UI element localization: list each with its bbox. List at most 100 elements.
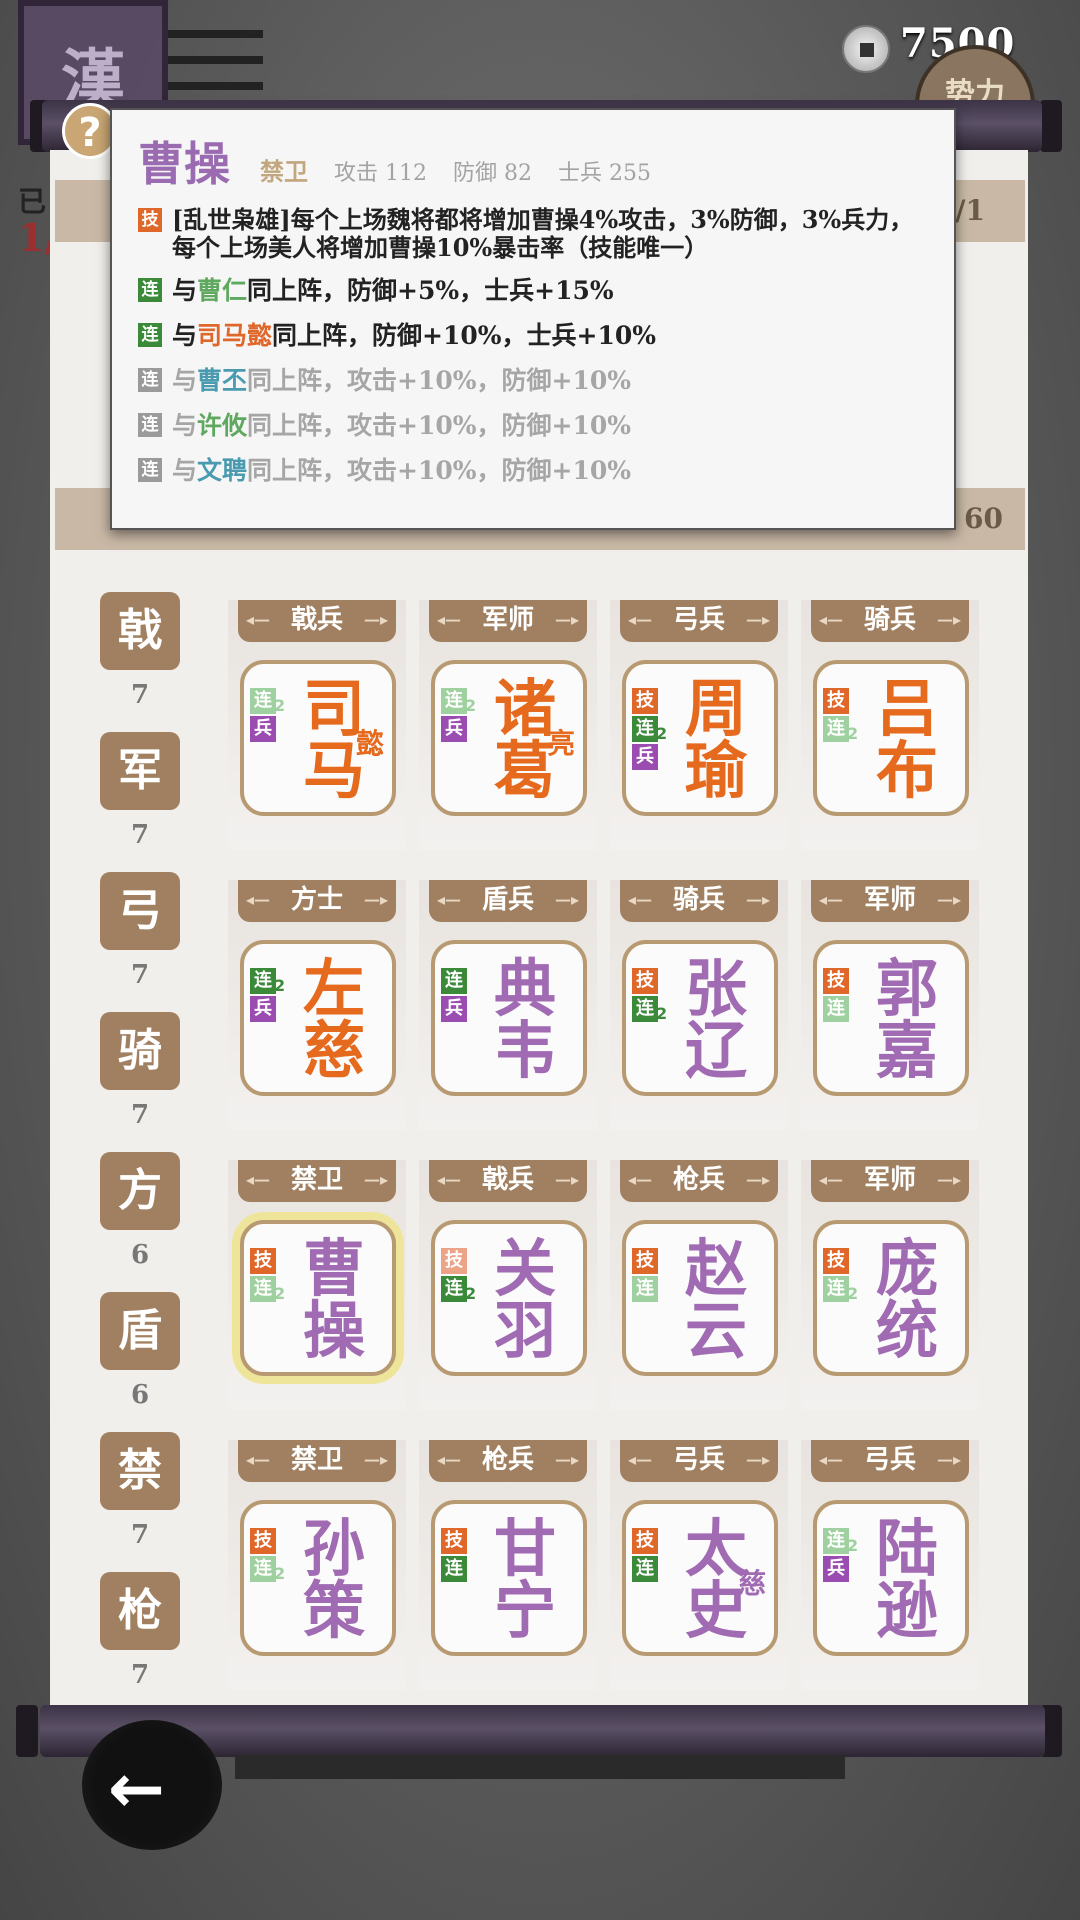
card-general-name: 赵云 [684, 1232, 747, 1367]
card-portrait-frame: 司马懿连2兵 [240, 660, 396, 816]
card-class-label: 禁卫 [238, 1160, 396, 1202]
troop-tag-icon: 兵 [441, 716, 467, 742]
link-partner-name: 司马懿 [197, 321, 273, 350]
link-tag-icon: 连 [138, 278, 162, 302]
troop-tag-icon: 兵 [441, 996, 467, 1022]
card-general-name: 孙策 [302, 1512, 365, 1647]
general-card[interactable]: 盾兵典韦连兵 [419, 880, 597, 1130]
card-class-label: 骑兵 [811, 600, 969, 642]
general-detail-popup: 曹操 禁卫 攻击 112 防御 82 士兵 255 技 [乱世枭雄]每个上场魏将… [110, 108, 956, 530]
general-card[interactable]: 弓兵周瑜技连2兵 [610, 600, 788, 850]
popup-skill-row: 技 [乱世枭雄]每个上场魏将都将增加曹操4%攻击，3%防御，3%兵力，每个上场美… [138, 206, 928, 262]
card-class-label: 弓兵 [620, 600, 778, 642]
link-tag-icon: 连 [138, 323, 162, 347]
category-tab[interactable]: 军 [100, 732, 180, 810]
popup-defense: 防御 82 [453, 161, 532, 186]
card-portrait-frame: 张辽技连2 [622, 940, 778, 1096]
banner-stripes [168, 30, 263, 110]
card-name-suffix: 慈 [737, 1567, 766, 1600]
band-count-2: 60 [964, 502, 1003, 535]
link-tag-icon: 连 [138, 458, 162, 482]
link-tag-icon: 连2 [250, 1276, 285, 1302]
general-card[interactable]: 禁卫曹操技连2 [228, 1160, 406, 1410]
popup-general-name: 曹操 [138, 137, 230, 191]
card-class-label: 禁卫 [238, 1440, 396, 1482]
link-partner-name: 曹丕 [197, 366, 248, 395]
scroll-rod-cap-right [1040, 100, 1062, 152]
category-count: 7 [130, 1520, 150, 1550]
popup-link-row: 连与司马懿同上阵，防御+10%，士兵+10% [138, 316, 928, 352]
scroll-rod-cap-bottom-left [16, 1705, 38, 1757]
category-tab[interactable]: 枪 [100, 1572, 180, 1650]
card-portrait-frame: 周瑜技连2兵 [622, 660, 778, 816]
general-card[interactable]: 戟兵关羽技连2 [419, 1160, 597, 1410]
skill-tag-icon: 技 [138, 208, 162, 232]
card-class-label: 盾兵 [429, 880, 587, 922]
card-portrait-frame: 左慈连2兵 [240, 940, 396, 1096]
link-tag-icon: 连 [138, 413, 162, 437]
general-card[interactable]: 枪兵甘宁技连 [419, 1440, 597, 1690]
troop-tag-icon: 兵 [823, 1556, 849, 1582]
card-class-label: 军师 [429, 600, 587, 642]
card-portrait-frame: 陆逊连2兵 [813, 1500, 969, 1656]
general-card[interactable]: 枪兵赵云技连 [610, 1160, 788, 1410]
category-tab[interactable]: 骑 [100, 1012, 180, 1090]
card-portrait-frame: 孙策技连2 [240, 1500, 396, 1656]
card-class-label: 军师 [811, 880, 969, 922]
card-general-name: 周瑜 [684, 672, 747, 807]
category-tab[interactable]: 禁 [100, 1432, 180, 1510]
popup-soldiers: 士兵 255 [558, 161, 651, 186]
card-general-name: 左慈 [302, 952, 365, 1087]
coin-icon [842, 25, 890, 73]
popup-skill-text: [乱世枭雄]每个上场魏将都将增加曹操4%攻击，3%防御，3%兵力，每个上场美人将… [172, 205, 914, 262]
general-card[interactable]: 方士左慈连2兵 [228, 880, 406, 1130]
category-tab[interactable]: 戟 [100, 592, 180, 670]
link-tag-icon: 连 [441, 968, 467, 994]
category-tab[interactable]: 方 [100, 1152, 180, 1230]
card-class-label: 弓兵 [811, 1440, 969, 1482]
general-card[interactable]: 军师庞统技连2 [801, 1160, 979, 1410]
skill-tag-icon: 技 [441, 1248, 467, 1274]
card-class-label: 戟兵 [238, 600, 396, 642]
category-count: 6 [130, 1240, 150, 1270]
general-card[interactable]: 军师诸葛亮连2兵 [419, 600, 597, 850]
card-portrait-frame: 典韦连兵 [431, 940, 587, 1096]
link-partner-name: 曹仁 [197, 276, 248, 305]
general-card[interactable]: 禁卫孙策技连2 [228, 1440, 406, 1690]
link-tag-icon: 连2 [250, 688, 285, 714]
link-tag-icon: 连 [632, 1276, 658, 1302]
link-text: 与司马懿同上阵，防御+10%，士兵+10% [172, 321, 657, 350]
category-count: 6 [130, 1380, 150, 1410]
link-text: 与许攸同上阵，攻击+10%，防御+10% [172, 411, 632, 440]
card-general-name: 庞统 [875, 1232, 938, 1367]
card-portrait-frame: 曹操技连2 [240, 1220, 396, 1376]
link-tag-icon: 连2 [441, 1276, 476, 1302]
card-class-label: 方士 [238, 880, 396, 922]
card-portrait-frame: 庞统技连2 [813, 1220, 969, 1376]
card-portrait-frame: 甘宁技连 [431, 1500, 587, 1656]
category-tab[interactable]: 弓 [100, 872, 180, 950]
general-card[interactable]: 骑兵张辽技连2 [610, 880, 788, 1130]
card-portrait-frame: 赵云技连 [622, 1220, 778, 1376]
link-tag-icon: 连 [823, 996, 849, 1022]
category-tab[interactable]: 盾 [100, 1292, 180, 1370]
general-card[interactable]: 弓兵陆逊连2兵 [801, 1440, 979, 1690]
popup-link-row: 连与曹仁同上阵，防御+5%，士兵+15% [138, 271, 928, 307]
popup-attack: 攻击 112 [334, 161, 427, 186]
card-class-label: 戟兵 [429, 1160, 587, 1202]
popup-link-row: 连与曹丕同上阵，攻击+10%，防御+10% [138, 361, 928, 397]
card-class-label: 骑兵 [620, 880, 778, 922]
back-button[interactable]: ← [82, 1720, 222, 1850]
skill-tag-icon: 技 [632, 1528, 658, 1554]
link-text: 与曹仁同上阵，防御+5%，士兵+15% [172, 276, 614, 305]
link-tag-icon: 连2 [823, 1528, 858, 1554]
card-general-name: 典韦 [493, 952, 556, 1087]
card-general-name: 陆逊 [875, 1512, 938, 1647]
general-card[interactable]: 军师郭嘉技连 [801, 880, 979, 1130]
link-tag-icon: 连2 [250, 1556, 285, 1582]
general-card[interactable]: 骑兵吕布技连2 [801, 600, 979, 850]
skill-tag-icon: 技 [632, 1248, 658, 1274]
general-card[interactable]: 弓兵太史慈技连 [610, 1440, 788, 1690]
popup-link-row: 连与许攸同上阵，攻击+10%，防御+10% [138, 406, 928, 442]
general-card[interactable]: 戟兵司马懿连2兵 [228, 600, 406, 850]
